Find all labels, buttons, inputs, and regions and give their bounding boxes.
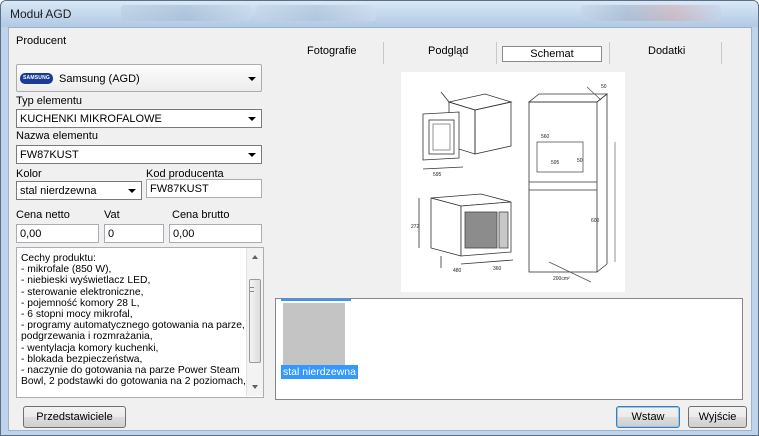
- svg-text:600: 600: [591, 218, 600, 224]
- color-label: Kolor: [16, 168, 42, 180]
- name-select[interactable]: FW87KUST: [16, 145, 262, 164]
- tab-extras[interactable]: Dodatki: [648, 45, 685, 57]
- feature-line: - programy automatycznego gotowania na p…: [21, 320, 245, 332]
- dimension-text: 595: [433, 172, 442, 178]
- net-price-value: 0,00: [20, 228, 42, 240]
- type-label: Typ elementu: [16, 95, 83, 107]
- product-features-textarea[interactable]: Cechy produktu: - mikrofale (850 W), - n…: [16, 247, 264, 398]
- tab-separator: [721, 42, 722, 64]
- titlebar-glass-decoration: [256, 5, 376, 21]
- tab-separator: [496, 42, 497, 64]
- feature-line: - naczynie do gotowania na parze Power S…: [21, 365, 240, 377]
- installation-diagram: 595 560 595 50 50 480 360 272 200cm² 600: [411, 84, 616, 283]
- dialog-client-area: Producent SAMSUNG Samsung (AGD) Typ elem…: [8, 27, 752, 431]
- svg-text:595: 595: [551, 160, 560, 166]
- svg-text:272: 272: [411, 224, 420, 230]
- feature-line: podgrzewania i rozmrażania,: [21, 331, 153, 343]
- arrow-down-icon[interactable]: [252, 385, 258, 389]
- schematic-preview: 595 560 595 50 50 480 360 272 200cm² 600: [401, 72, 625, 292]
- tab-preview[interactable]: Podgląd: [428, 45, 468, 57]
- gross-price-value: 0,00: [173, 228, 195, 240]
- feature-line: - niebieski wyświetlacz LED,: [21, 275, 151, 287]
- title-bar[interactable]: Moduł AGD: [1, 1, 758, 27]
- chevron-down-icon: [248, 153, 256, 157]
- name-value: FW87KUST: [20, 149, 79, 161]
- thumbnail-caption[interactable]: stal nierdzewna: [281, 365, 358, 379]
- features-list: Cechy produktu: - mikrofale (850 W), - n…: [21, 253, 249, 387]
- vat-label: Vat: [104, 209, 120, 221]
- vat-value: 0: [108, 228, 115, 240]
- tab-schema[interactable]: Schemat: [502, 46, 602, 62]
- producer-code-value: FW87KUST: [150, 183, 209, 195]
- color-swatch-thumbnail[interactable]: [283, 303, 345, 373]
- feature-line: - mikrofale (850 W),: [21, 264, 112, 276]
- color-select[interactable]: stal nierdzewna: [16, 181, 142, 200]
- svg-text:50: 50: [577, 158, 583, 164]
- window-title: Moduł AGD: [10, 7, 72, 21]
- tab-photos[interactable]: Fotografie: [307, 45, 357, 57]
- representatives-button[interactable]: Przedstawiciele: [23, 406, 126, 428]
- net-price-input[interactable]: 0,00: [16, 224, 99, 243]
- exit-button[interactable]: Wyjście: [688, 406, 747, 428]
- feature-line: Cechy produktu:: [21, 253, 96, 264]
- feature-line: - wentylacja komory kuchenki,: [21, 342, 159, 354]
- producer-code-input[interactable]: FW87KUST: [146, 179, 262, 198]
- chevron-down-icon: [248, 77, 256, 81]
- type-value: KUCHENKI MIKROFALOWE: [20, 113, 162, 125]
- chevron-down-icon: [128, 189, 136, 193]
- tab-separator: [383, 42, 384, 64]
- svg-text:480: 480: [453, 268, 462, 274]
- selection-bar: [281, 299, 351, 301]
- name-label: Nazwa elementu: [16, 130, 98, 142]
- feature-line: - blokada bezpieczeństwa,: [21, 353, 143, 365]
- feature-line: - sterowanie elektroniczne,: [21, 286, 144, 298]
- features-scrollbar[interactable]: [246, 248, 263, 396]
- type-select[interactable]: KUCHENKI MIKROFALOWE: [16, 109, 262, 128]
- app-window: Moduł AGD Producent SAMSUNG Samsung (AGD…: [0, 0, 759, 436]
- insert-button[interactable]: Wstaw: [616, 406, 680, 428]
- color-value: stal nierdzewna: [20, 185, 97, 197]
- producer-select[interactable]: SAMSUNG Samsung (AGD): [16, 64, 262, 92]
- producer-label: Producent: [16, 35, 67, 47]
- chevron-down-icon: [248, 117, 256, 121]
- gross-price-input[interactable]: 0,00: [169, 224, 262, 243]
- feature-line: - pojemność komory 28 L,: [21, 297, 140, 309]
- feature-line: Bowl, 2 podstawki do gotowania na 2 pozi…: [21, 376, 246, 388]
- titlebar-glass-decoration: [121, 5, 251, 21]
- image-gallery[interactable]: stal nierdzewna: [275, 298, 743, 400]
- svg-text:360: 360: [493, 266, 502, 272]
- svg-text:50: 50: [601, 84, 607, 90]
- vat-input[interactable]: 0: [104, 224, 164, 243]
- tab-separator: [609, 42, 610, 64]
- scrollbar-grip-icon: [250, 287, 254, 292]
- svg-text:200cm²: 200cm²: [553, 276, 570, 282]
- svg-text:560: 560: [541, 134, 550, 140]
- gross-price-label: Cena brutto: [172, 209, 230, 221]
- net-price-label: Cena netto: [16, 209, 70, 221]
- arrow-up-icon[interactable]: [252, 255, 258, 259]
- samsung-logo: SAMSUNG: [20, 73, 53, 84]
- titlebar-glass-decoration: [581, 5, 721, 21]
- producer-value: Samsung (AGD): [59, 73, 140, 85]
- feature-line: - 6 stopni mocy mikrofal,: [21, 309, 133, 321]
